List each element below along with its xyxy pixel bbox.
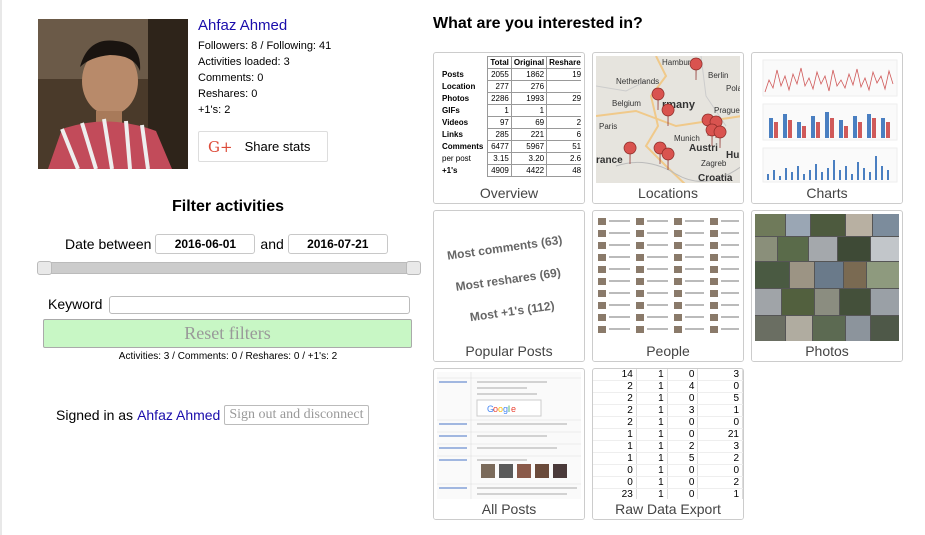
raw-row: 2100 bbox=[593, 416, 743, 429]
overview-row: Comments64775967510 bbox=[440, 140, 581, 153]
raw-data-table: 14 1 0 3 2140 2105 2131 2100 1 1 0 21 1123 115… bbox=[593, 369, 743, 499]
tile-photos-label: Photos bbox=[752, 341, 902, 361]
date-and-label: and bbox=[260, 236, 284, 252]
map-label: Paris bbox=[599, 122, 617, 131]
date-range-slider[interactable] bbox=[37, 261, 421, 275]
profile-stat-plusones: +1's: 2 bbox=[198, 104, 231, 116]
signed-in-row: Signed in as Ahfaz Ahmed Sign out and di… bbox=[56, 405, 369, 425]
profile-stat-activities: Activities loaded: 3 bbox=[198, 56, 290, 68]
filter-title: Filter activities bbox=[171, 198, 285, 215]
tile-overview[interactable]: Total Original Reshared Posts20551862193… bbox=[433, 52, 585, 204]
tile-raw-data-export[interactable]: 14 1 0 3 2140 2105 2131 2100 1 1 0 21 1123 115… bbox=[592, 368, 744, 520]
overview-row: GIFs110 bbox=[440, 104, 581, 117]
interests-title: What are you interested in? bbox=[433, 15, 643, 32]
popular-preview: Most comments (63) Most reshares (69) Mo… bbox=[437, 214, 581, 341]
map-label: Zagreb bbox=[701, 159, 727, 168]
tile-overview-label: Overview bbox=[434, 183, 584, 203]
tile-locations-label: Locations bbox=[593, 183, 743, 203]
charts-preview bbox=[755, 56, 899, 183]
date-to-input[interactable]: 2016-07-21 bbox=[287, 234, 388, 254]
google-plus-icon: G+ bbox=[208, 137, 233, 156]
overview-row: Photos22861993293 bbox=[440, 92, 581, 105]
share-stats-button[interactable]: G+ Share stats bbox=[198, 131, 328, 162]
overview-header-original: Original bbox=[510, 56, 548, 69]
raw-data-preview: 14 1 0 3 2140 2105 2131 2100 1 1 0 21 1123 115… bbox=[593, 369, 743, 499]
all-posts-preview: G o o g l e bbox=[437, 372, 581, 499]
map-label: Netherlands bbox=[616, 77, 659, 86]
raw-row: 1 1 0 21 bbox=[593, 428, 743, 441]
date-between-label: Date between bbox=[65, 236, 152, 252]
profile-stats: Followers: 8 / Following: 41 Activities … bbox=[198, 38, 331, 118]
raw-row: 0100 bbox=[593, 464, 743, 477]
keyword-input[interactable] bbox=[109, 296, 410, 314]
raw-row: 1123 bbox=[593, 440, 743, 453]
raw-row: 14 1 0 3 bbox=[593, 369, 743, 381]
tile-raw-data-export-label: Raw Data Export bbox=[593, 499, 743, 519]
slider-start-handle[interactable] bbox=[37, 261, 52, 275]
tile-locations[interactable]: Hamburg Netherlands Berlin Pola Belgium … bbox=[592, 52, 744, 204]
overview-row: +1's49094422487 bbox=[440, 164, 581, 177]
profile-photo bbox=[38, 19, 188, 169]
sign-out-button[interactable]: Sign out and disconnect bbox=[224, 405, 369, 425]
tile-all-posts-label: All Posts bbox=[434, 499, 584, 519]
map-label: Belgium bbox=[612, 99, 641, 108]
overview-table: Total Original Reshared Posts20551862193… bbox=[440, 56, 581, 177]
tile-people-label: People bbox=[593, 341, 743, 361]
profile-stat-reshares: Reshares: 0 bbox=[198, 88, 258, 100]
svg-text:e: e bbox=[511, 404, 516, 414]
tile-photos[interactable]: Photos bbox=[751, 210, 903, 362]
svg-text:l: l bbox=[508, 404, 510, 414]
profile-stat-comments: Comments: 0 bbox=[198, 72, 264, 84]
map-label: Austri bbox=[689, 143, 718, 154]
overview-row: per post3.153.202.64 bbox=[440, 152, 581, 165]
map-label: Prague bbox=[714, 106, 740, 115]
overview-preview: Total Original Reshared Posts20551862193… bbox=[437, 56, 581, 183]
profile-stat-follow: Followers: 8 / Following: 41 bbox=[198, 40, 332, 52]
map-label: Munich bbox=[674, 134, 700, 143]
tile-popular-posts-label: Popular Posts bbox=[434, 341, 584, 361]
tile-charts-label: Charts bbox=[752, 183, 902, 203]
overview-row: Posts20551862193 bbox=[440, 68, 581, 81]
overview-row: Videos976928 bbox=[440, 116, 581, 129]
tile-people[interactable]: People bbox=[592, 210, 744, 362]
overview-row: Links28522164 bbox=[440, 128, 581, 141]
profile-name-link[interactable]: Ahfaz Ahmed bbox=[198, 17, 287, 34]
keyword-label: Keyword bbox=[48, 296, 103, 312]
charts-bars-red bbox=[774, 118, 890, 138]
overview-header-reshared: Reshared bbox=[546, 56, 581, 69]
signed-in-user-link[interactable]: Ahfaz Ahmed bbox=[137, 407, 220, 423]
overview-row: Location2772761 bbox=[440, 80, 581, 93]
raw-row: 2131 bbox=[593, 404, 743, 417]
locations-map-preview: Hamburg Netherlands Berlin Pola Belgium … bbox=[596, 56, 740, 183]
date-range-row: Date between 2016-06-01 and 2016-07-21 bbox=[65, 234, 388, 254]
tile-popular-posts[interactable]: Most comments (63) Most reshares (69) Mo… bbox=[433, 210, 585, 362]
map-label: Croatia bbox=[698, 173, 733, 183]
reset-filters-button[interactable]: Reset filters bbox=[43, 319, 412, 348]
raw-row: 2140 bbox=[593, 380, 743, 393]
map-label: Hun bbox=[726, 150, 740, 161]
slider-end-handle[interactable] bbox=[406, 261, 421, 275]
map-label: Berlin bbox=[708, 71, 728, 80]
page-border bbox=[0, 0, 2, 535]
tile-all-posts[interactable]: G o o g l e All Posts bbox=[433, 368, 585, 520]
tile-charts[interactable]: Charts bbox=[751, 52, 903, 204]
share-stats-label: Share stats bbox=[244, 139, 311, 154]
map-label: rance bbox=[596, 155, 623, 166]
photos-preview bbox=[755, 214, 899, 341]
popular-list: Most comments (63) Most reshares (69) Mo… bbox=[445, 224, 573, 335]
raw-row: 1152 bbox=[593, 452, 743, 465]
map-label: Pola bbox=[726, 84, 740, 93]
people-preview bbox=[596, 214, 740, 341]
overview-header-total: Total bbox=[487, 56, 512, 69]
date-from-input[interactable]: 2016-06-01 bbox=[155, 234, 256, 254]
signed-in-label: Signed in as bbox=[56, 407, 134, 423]
raw-row: 2105 bbox=[593, 392, 743, 405]
raw-row: 23 1 0 1 bbox=[593, 488, 743, 499]
raw-row: 0102 bbox=[593, 476, 743, 489]
filter-counts: Activities: 3 / Comments: 0 / Reshares: … bbox=[118, 351, 338, 362]
charts-bars-blue bbox=[769, 112, 885, 138]
